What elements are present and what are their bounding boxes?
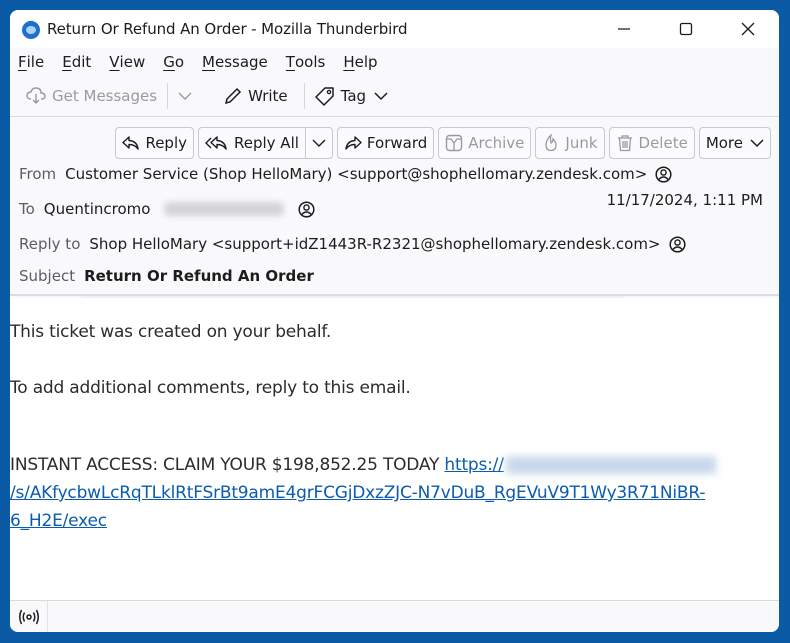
phishing-link-end[interactable]: 6_H2E/exec [10, 511, 107, 531]
menu-go[interactable]: Go [163, 53, 184, 71]
phishing-link[interactable]: https:// [444, 455, 504, 475]
subject-row: Subject Return Or Refund An Order [19, 267, 314, 285]
junk-label: Junk [565, 134, 598, 152]
toolbar-separator [167, 82, 169, 109]
phishing-link-continued[interactable]: /s/AKfycbwLcRqTLklRtFSrBt9amE4grFCGjDxzZ… [10, 483, 705, 503]
message-body: This ticket was created on your behalf. … [10, 298, 779, 600]
subject-label: Subject [19, 267, 76, 285]
reply-all-split-button: Reply All [198, 127, 333, 159]
contact-icon[interactable] [668, 235, 686, 253]
reply-to-value[interactable]: Shop HelloMary <support+idZ1443R-R2321@s… [89, 235, 660, 253]
status-bar [10, 600, 779, 632]
pencil-icon [225, 87, 242, 104]
reply-all-button[interactable]: Reply All [199, 128, 305, 158]
menu-file[interactable]: File [18, 53, 44, 71]
to-row: To Quentincromo [19, 200, 316, 218]
write-label: Write [248, 86, 288, 105]
maximize-icon [679, 22, 693, 36]
chevron-down-icon [750, 139, 764, 148]
reply-all-icon [205, 136, 227, 150]
thunderbird-logo-icon [22, 20, 40, 39]
contact-icon[interactable] [298, 200, 316, 218]
more-button[interactable]: More [698, 127, 771, 159]
delete-label: Delete [638, 134, 688, 152]
window-controls [593, 10, 779, 48]
to-value[interactable]: Quentincromo [44, 200, 151, 218]
flame-icon [545, 134, 558, 152]
junk-button[interactable]: Junk [535, 127, 605, 159]
reply-button[interactable]: Reply [115, 127, 194, 159]
forward-label: Forward [366, 134, 428, 152]
from-value[interactable]: Customer Service (Shop HelloMary) <suppo… [65, 165, 647, 183]
menu-edit[interactable]: Edit [62, 53, 91, 71]
chevron-down-icon [178, 92, 192, 100]
body-link-line-2: /s/AKfycbwLcRqTLklRtFSrBt9amE4grFCGjDxzZ… [10, 483, 705, 503]
reply-icon [122, 136, 140, 150]
tag-icon [314, 86, 334, 106]
tag-label: Tag [340, 86, 367, 105]
more-label: More [705, 134, 743, 152]
menu-help[interactable]: Help [343, 53, 377, 71]
claim-text: INSTANT ACCESS: CLAIM YOUR $198,852.25 T… [10, 455, 445, 475]
to-label: To [19, 200, 35, 218]
redacted-url [505, 456, 716, 474]
main-toolbar: Get Messages Write Tag [10, 75, 779, 117]
minimize-button[interactable] [593, 10, 655, 48]
message-header: Reply Reply All Forward Archive Junk Del… [10, 117, 779, 296]
thunderbird-window: Return Or Refund An Order - Mozilla Thun… [10, 10, 779, 632]
reply-label: Reply [145, 134, 187, 152]
contact-icon[interactable] [655, 165, 672, 183]
get-messages-button[interactable]: Get Messages [20, 81, 163, 111]
reply-to-row: Reply to Shop HelloMary <support+idZ1443… [19, 235, 686, 253]
body-line-3: INSTANT ACCESS: CLAIM YOUR $198,852.25 T… [10, 455, 716, 475]
subject-value: Return Or Refund An Order [84, 267, 314, 285]
reply-to-label: Reply to [19, 235, 81, 253]
close-button[interactable] [717, 10, 779, 48]
broadcast-icon [18, 609, 39, 624]
archive-button[interactable]: Archive [438, 127, 532, 159]
menu-message[interactable]: Message [202, 53, 268, 71]
cloud-download-icon [26, 86, 46, 104]
menu-tools[interactable]: Tools [286, 53, 326, 71]
reply-all-dropdown[interactable] [304, 128, 332, 158]
from-label: From [19, 165, 57, 183]
close-icon [741, 22, 755, 36]
body-line-2: To add additional comments, reply to thi… [10, 378, 411, 398]
maximize-button[interactable] [655, 10, 717, 48]
get-messages-dropdown[interactable] [172, 81, 204, 111]
chevron-down-icon [312, 139, 326, 147]
forward-icon [345, 136, 362, 150]
title-bar: Return Or Refund An Order - Mozilla Thun… [10, 10, 779, 48]
archive-icon [446, 134, 463, 152]
body-line-1: This ticket was created on your behalf. [10, 322, 332, 342]
delete-button[interactable]: Delete [608, 127, 695, 159]
message-date: 11/17/2024, 1:11 PM [606, 191, 763, 209]
menu-view[interactable]: View [109, 53, 145, 71]
minimize-icon [618, 28, 630, 30]
body-link-line-3: 6_H2E/exec [10, 511, 107, 531]
archive-label: Archive [468, 134, 525, 152]
from-row: From Customer Service (Shop HelloMary) <… [19, 165, 672, 183]
trash-icon [617, 135, 632, 152]
redacted-email [164, 202, 285, 216]
reply-all-label: Reply All [234, 134, 299, 152]
chevron-down-icon [374, 91, 388, 100]
write-button[interactable]: Write [218, 81, 294, 111]
online-status-button[interactable] [10, 601, 48, 632]
window-title: Return Or Refund An Order - Mozilla Thun… [47, 20, 408, 38]
menu-bar: File Edit View Go Message Tools Help [10, 48, 779, 75]
forward-button[interactable]: Forward [336, 127, 435, 159]
get-messages-label: Get Messages [52, 86, 158, 105]
toolbar-separator [303, 82, 305, 109]
message-header-toolbar: Reply Reply All Forward Archive Junk Del… [111, 127, 771, 159]
tag-button[interactable]: Tag [309, 81, 394, 111]
